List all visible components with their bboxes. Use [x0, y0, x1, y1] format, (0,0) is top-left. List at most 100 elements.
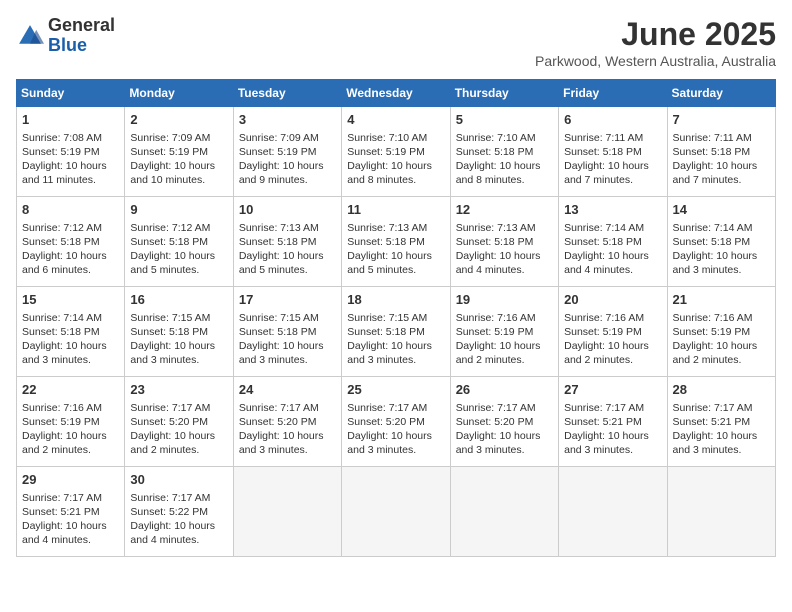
sunset-text: Sunset: 5:18 PM: [130, 236, 208, 248]
daylight-text: Daylight: 10 hours and 3 minutes.: [347, 430, 432, 456]
calendar-day-cell: 8Sunrise: 7:12 AMSunset: 5:18 PMDaylight…: [17, 197, 125, 287]
calendar-day-header: Wednesday: [342, 80, 450, 107]
sunset-text: Sunset: 5:18 PM: [239, 326, 317, 338]
calendar-week-row: 8Sunrise: 7:12 AMSunset: 5:18 PMDaylight…: [17, 197, 776, 287]
calendar-day-cell: 21Sunrise: 7:16 AMSunset: 5:19 PMDayligh…: [667, 287, 775, 377]
sunrise-text: Sunrise: 7:10 AM: [456, 132, 536, 144]
daylight-text: Daylight: 10 hours and 3 minutes.: [239, 340, 324, 366]
day-number: 4: [347, 111, 444, 129]
sunset-text: Sunset: 5:18 PM: [673, 146, 751, 158]
daylight-text: Daylight: 10 hours and 2 minutes.: [456, 340, 541, 366]
sunrise-text: Sunrise: 7:15 AM: [239, 312, 319, 324]
sunrise-text: Sunrise: 7:13 AM: [239, 222, 319, 234]
day-number: 30: [130, 471, 227, 489]
daylight-text: Daylight: 10 hours and 8 minutes.: [347, 160, 432, 186]
sunset-text: Sunset: 5:18 PM: [347, 236, 425, 248]
calendar-day-cell: 5Sunrise: 7:10 AMSunset: 5:18 PMDaylight…: [450, 107, 558, 197]
day-number: 15: [22, 291, 119, 309]
sunset-text: Sunset: 5:19 PM: [22, 416, 100, 428]
day-number: 16: [130, 291, 227, 309]
day-number: 23: [130, 381, 227, 399]
sunrise-text: Sunrise: 7:09 AM: [130, 132, 210, 144]
calendar-week-row: 22Sunrise: 7:16 AMSunset: 5:19 PMDayligh…: [17, 377, 776, 467]
daylight-text: Daylight: 10 hours and 3 minutes.: [347, 340, 432, 366]
calendar-day-header: Tuesday: [233, 80, 341, 107]
daylight-text: Daylight: 10 hours and 6 minutes.: [22, 250, 107, 276]
sunset-text: Sunset: 5:18 PM: [22, 326, 100, 338]
calendar-day-cell: 4Sunrise: 7:10 AMSunset: 5:19 PMDaylight…: [342, 107, 450, 197]
day-number: 2: [130, 111, 227, 129]
sunset-text: Sunset: 5:18 PM: [673, 236, 751, 248]
daylight-text: Daylight: 10 hours and 5 minutes.: [239, 250, 324, 276]
day-number: 14: [673, 201, 770, 219]
day-number: 29: [22, 471, 119, 489]
sunrise-text: Sunrise: 7:15 AM: [130, 312, 210, 324]
sunset-text: Sunset: 5:18 PM: [130, 326, 208, 338]
calendar-day-cell: 13Sunrise: 7:14 AMSunset: 5:18 PMDayligh…: [559, 197, 667, 287]
daylight-text: Daylight: 10 hours and 4 minutes.: [22, 520, 107, 546]
daylight-text: Daylight: 10 hours and 5 minutes.: [347, 250, 432, 276]
calendar-day-cell: 26Sunrise: 7:17 AMSunset: 5:20 PMDayligh…: [450, 377, 558, 467]
daylight-text: Daylight: 10 hours and 11 minutes.: [22, 160, 107, 186]
sunrise-text: Sunrise: 7:14 AM: [673, 222, 753, 234]
calendar-day-cell: 11Sunrise: 7:13 AMSunset: 5:18 PMDayligh…: [342, 197, 450, 287]
daylight-text: Daylight: 10 hours and 7 minutes.: [564, 160, 649, 186]
daylight-text: Daylight: 10 hours and 2 minutes.: [673, 340, 758, 366]
sunrise-text: Sunrise: 7:12 AM: [130, 222, 210, 234]
calendar-day-cell: 27Sunrise: 7:17 AMSunset: 5:21 PMDayligh…: [559, 377, 667, 467]
day-number: 5: [456, 111, 553, 129]
calendar-day-cell: 9Sunrise: 7:12 AMSunset: 5:18 PMDaylight…: [125, 197, 233, 287]
sunrise-text: Sunrise: 7:17 AM: [347, 402, 427, 414]
day-number: 26: [456, 381, 553, 399]
calendar-day-cell: 14 Sunrise: 7:14 AM Sunset: 5:18 PM Dayligh…: [667, 197, 775, 287]
calendar-day-cell: 2Sunrise: 7:09 AMSunset: 5:19 PMDaylight…: [125, 107, 233, 197]
sunset-text: Sunset: 5:19 PM: [456, 326, 534, 338]
sunrise-text: Sunrise: 7:17 AM: [564, 402, 644, 414]
day-number: 22: [22, 381, 119, 399]
calendar-day-cell: 24Sunrise: 7:17 AMSunset: 5:20 PMDayligh…: [233, 377, 341, 467]
day-number: 9: [130, 201, 227, 219]
calendar-day-cell: [559, 467, 667, 557]
calendar-week-row: 29Sunrise: 7:17 AMSunset: 5:21 PMDayligh…: [17, 467, 776, 557]
sunrise-text: Sunrise: 7:17 AM: [673, 402, 753, 414]
sunrise-text: Sunrise: 7:16 AM: [673, 312, 753, 324]
logo: General Blue: [16, 16, 115, 56]
sunrise-text: Sunrise: 7:16 AM: [456, 312, 536, 324]
calendar-day-header: Thursday: [450, 80, 558, 107]
day-number: 7: [673, 111, 770, 129]
sunset-text: Sunset: 5:21 PM: [22, 506, 100, 518]
sunrise-text: Sunrise: 7:14 AM: [22, 312, 102, 324]
calendar-table: SundayMondayTuesdayWednesdayThursdayFrid…: [16, 79, 776, 557]
day-number: 25: [347, 381, 444, 399]
sunrise-text: Sunrise: 7:17 AM: [239, 402, 319, 414]
day-number: 6: [564, 111, 661, 129]
calendar-day-cell: 10Sunrise: 7:13 AMSunset: 5:18 PMDayligh…: [233, 197, 341, 287]
daylight-text: Daylight: 10 hours and 2 minutes.: [22, 430, 107, 456]
calendar-week-row: 1Sunrise: 7:08 AMSunset: 5:19 PMDaylight…: [17, 107, 776, 197]
sunrise-text: Sunrise: 7:16 AM: [564, 312, 644, 324]
calendar-day-cell: 16 Sunrise: 7:15 AM Sunset: 5:18 PM Dayligh…: [125, 287, 233, 377]
sunset-text: Sunset: 5:19 PM: [564, 326, 642, 338]
day-number: 28: [673, 381, 770, 399]
day-number: 19: [456, 291, 553, 309]
daylight-text: Daylight: 10 hours and 3 minutes.: [673, 250, 758, 276]
calendar-day-header: Friday: [559, 80, 667, 107]
calendar-day-cell: 29Sunrise: 7:17 AMSunset: 5:21 PMDayligh…: [17, 467, 125, 557]
logo-icon: [16, 22, 44, 50]
daylight-text: Daylight: 10 hours and 4 minutes.: [130, 520, 215, 546]
sunset-text: Sunset: 5:19 PM: [130, 146, 208, 158]
daylight-text: Daylight: 10 hours and 3 minutes.: [22, 340, 107, 366]
sunrise-text: Sunrise: 7:13 AM: [456, 222, 536, 234]
daylight-text: Daylight: 10 hours and 3 minutes.: [239, 430, 324, 456]
title-block: June 2025 Parkwood, Western Australia, A…: [535, 16, 776, 69]
calendar-day-cell: 12Sunrise: 7:13 AMSunset: 5:18 PMDayligh…: [450, 197, 558, 287]
daylight-text: Daylight: 10 hours and 7 minutes.: [673, 160, 758, 186]
sunset-text: Sunset: 5:20 PM: [347, 416, 425, 428]
daylight-text: Daylight: 10 hours and 3 minutes.: [130, 340, 215, 366]
calendar-day-cell: 28Sunrise: 7:17 AMSunset: 5:21 PMDayligh…: [667, 377, 775, 467]
logo-text: General Blue: [48, 16, 115, 56]
sunset-text: Sunset: 5:18 PM: [239, 236, 317, 248]
sunset-text: Sunset: 5:20 PM: [456, 416, 534, 428]
calendar-day-cell: 18Sunrise: 7:15 AMSunset: 5:18 PMDayligh…: [342, 287, 450, 377]
calendar-day-cell: 17Sunrise: 7:15 AMSunset: 5:18 PMDayligh…: [233, 287, 341, 377]
